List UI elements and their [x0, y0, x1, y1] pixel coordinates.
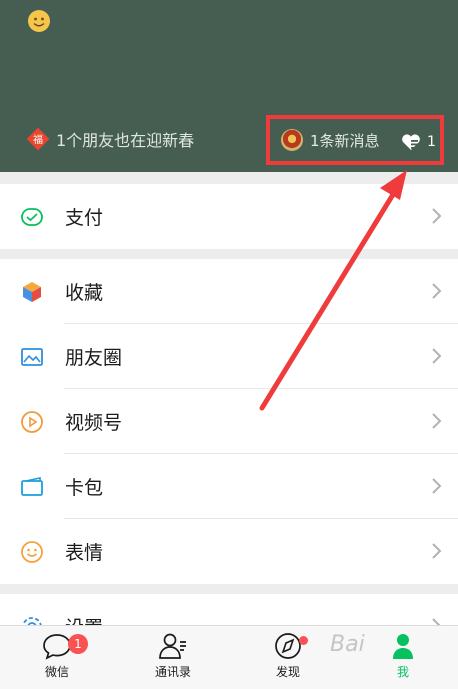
menu-item-pay[interactable]: 支付 — [0, 184, 458, 249]
profile-header: 福 1个朋友也在迎新春 1条新消息 1 — [0, 0, 458, 172]
menu-item-moments[interactable]: 朋友圈 — [0, 324, 458, 389]
menu-label-pay: 支付 — [65, 207, 104, 229]
menu-label-stickers: 表情 — [65, 542, 104, 564]
menu-label-card-wallet: 卡包 — [65, 477, 104, 499]
pay-icon — [19, 204, 45, 230]
chevron-right-icon — [432, 208, 442, 224]
main-menu-section: 收藏 朋友圈 视频号 卡包 表情 — [0, 259, 458, 584]
chevron-right-icon — [432, 413, 442, 429]
person-icon — [393, 634, 413, 659]
chevron-right-icon — [432, 543, 442, 559]
play-channels-icon — [19, 409, 45, 435]
card-wallet-icon — [19, 474, 45, 500]
menu-item-card-wallet[interactable]: 卡包 — [0, 454, 458, 519]
smiley-emoji-icon[interactable] — [27, 9, 51, 33]
watermark-text: Bai — [330, 632, 365, 657]
menu-label-favorites: 收藏 — [65, 282, 104, 304]
tab-label-me: 我 — [396, 665, 409, 679]
friend-status-text: 1个朋友也在迎新春 — [56, 131, 195, 150]
tab-label-discover: 发现 — [275, 665, 300, 679]
cube-favorites-icon — [19, 279, 45, 305]
menu-label-channels: 视频号 — [65, 412, 123, 434]
tab-label-contacts: 通讯录 — [154, 665, 191, 679]
chevron-right-icon — [432, 478, 442, 494]
unread-badge: 1 — [68, 634, 88, 654]
new-dot-badge — [299, 636, 308, 645]
svg-text:福: 福 — [33, 133, 43, 146]
tab-contacts[interactable]: 通讯录 — [133, 632, 213, 680]
bottom-tab-bar: 1 微信 通讯录 发现 我 — [0, 625, 458, 689]
chevron-right-icon — [432, 348, 442, 364]
tab-chats[interactable]: 1 微信 — [17, 632, 97, 680]
tab-me[interactable]: 我 — [363, 632, 443, 680]
menu-item-stickers[interactable]: 表情 — [0, 519, 458, 584]
menu-label-moments: 朋友圈 — [65, 347, 123, 369]
tab-label-chats: 微信 — [44, 665, 69, 679]
friend-status[interactable]: 福 1个朋友也在迎新春 — [26, 127, 194, 151]
fu-diamond-icon: 福 — [26, 127, 50, 151]
highlight-box — [266, 115, 444, 165]
contacts-icon — [159, 633, 186, 659]
compass-icon — [275, 633, 301, 659]
tab-discover[interactable]: 发现 — [248, 632, 328, 680]
image-moments-icon — [19, 344, 45, 370]
chevron-right-icon — [432, 283, 442, 299]
smile-stickers-icon — [19, 539, 45, 565]
menu-item-channels[interactable]: 视频号 — [0, 389, 458, 454]
pay-section: 支付 — [0, 184, 458, 249]
menu-item-favorites[interactable]: 收藏 — [0, 259, 458, 324]
